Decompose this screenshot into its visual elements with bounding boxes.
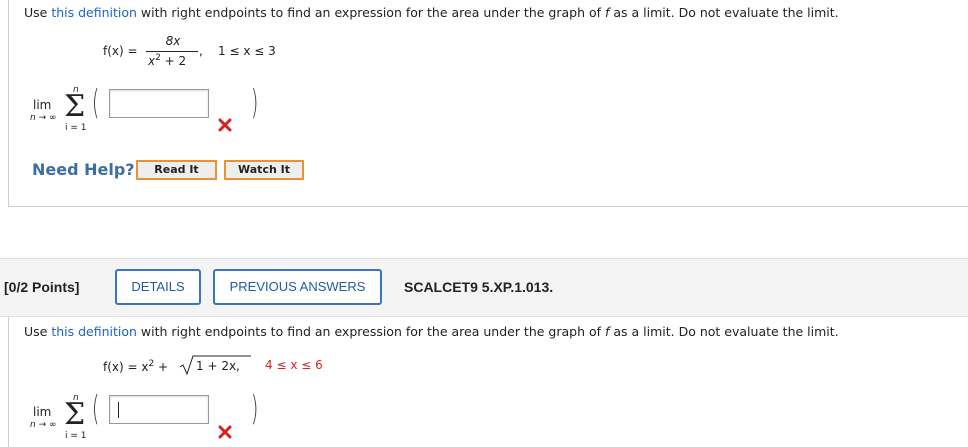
need-help-label: Need Help? [32,160,135,179]
sigma-icon: Σ [64,89,86,124]
lim-subscript: n → ∞ [30,113,57,123]
denominator-rest: + 2 [164,54,187,68]
lim-label: lim [33,98,52,112]
radicand: 1 + 2x, [196,359,240,373]
watch-it-button[interactable]: Watch It [224,160,304,180]
left-paren: ( [91,389,100,429]
function-2-lhs: f(x) = x2 + [103,359,168,374]
sigma-icon: Σ [64,397,86,432]
definition-link[interactable]: this definition [51,324,137,339]
right-paren: ) [250,389,259,429]
domain-1: 1 ≤ x ≤ 3 [218,44,276,58]
function-2-plus: + [158,360,169,374]
instr-text: as a limit. Do not evaluate the limit. [609,324,839,339]
function-2-text: f(x) = x [103,360,149,374]
fraction-numerator: 8x [165,34,181,48]
sum-lower: i = 1 [65,123,87,133]
domain-2: 4 ≤ x ≤ 6 [265,358,323,372]
incorrect-icon [218,425,232,439]
read-it-button[interactable]: Read It [136,160,217,180]
fraction-bar [146,51,198,52]
definition-link[interactable]: this definition [51,5,137,20]
question-code: SCALCET9 5.XP.1.013. [404,279,554,295]
lim-label: lim [33,405,52,419]
function-lhs: f(x) = [103,44,138,58]
details-button[interactable]: DETAILS [115,269,201,305]
points-label: [0/2 Points] [4,279,80,295]
instr-text: as a limit. Do not evaluate the limit. [609,5,839,20]
fraction-denominator: x2 + 2 [148,53,186,68]
instr-text: Use [24,5,52,20]
instr-text: Use [24,324,52,339]
denominator-exponent: 2 [155,53,161,63]
right-paren: ) [250,83,259,123]
lim-subscript: n → ∞ [30,420,57,430]
question-2-border [8,317,9,447]
question-1-instructions: Use this definition with right endpoints… [24,5,839,20]
sum-lower: i = 1 [65,431,87,441]
text-caret [118,402,119,418]
comma: , [199,44,203,58]
previous-answers-button[interactable]: PREVIOUS ANSWERS [213,269,382,305]
incorrect-icon [218,118,232,132]
question-2-instructions: Use this definition with right endpoints… [24,324,839,339]
instr-text: with right endpoints to find an expressi… [136,324,606,339]
instr-text: with right endpoints to find an expressi… [136,5,606,20]
answer-input-1[interactable] [109,89,209,118]
function-2-exponent: 2 [148,359,155,369]
answer-input-2[interactable] [109,395,209,424]
left-paren: ( [91,83,100,123]
